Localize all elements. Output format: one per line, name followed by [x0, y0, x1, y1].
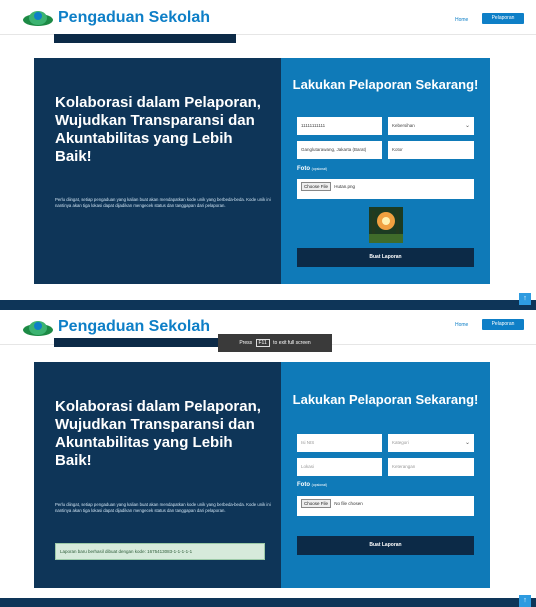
footer-band	[0, 300, 536, 310]
form-title: Lakukan Pelaporan Sekarang!	[292, 392, 479, 407]
chevron-down-icon: ⌄	[464, 123, 470, 129]
nav-home-link[interactable]: Home	[455, 322, 468, 328]
submit-report-button[interactable]: Buat Laporan	[297, 536, 474, 555]
scroll-top-button[interactable]: ↑	[519, 293, 531, 305]
description-input[interactable]: Kotor	[388, 141, 474, 159]
nav-home-link[interactable]: Home	[455, 17, 468, 23]
success-alert: Laporan baru berhasil dibuat dengan kode…	[55, 543, 265, 560]
footer-band	[0, 598, 536, 607]
toast-text-before: Press	[239, 340, 253, 346]
toast-key: F11	[255, 339, 270, 347]
nis-input[interactable]: Isi NIS	[297, 434, 382, 452]
leaf-logo-icon	[23, 321, 53, 336]
location-input[interactable]: Lokasi	[297, 458, 382, 476]
foto-label-text: Foto	[297, 166, 310, 172]
fullscreen-toast: Press F11 to exit full screen	[218, 334, 332, 352]
toast-text-after: to exit full screen	[273, 340, 311, 346]
photo-preview-image	[369, 207, 403, 243]
file-input[interactable]: Choose File No file chosen	[297, 496, 474, 516]
form-title: Lakukan Pelaporan Sekarang!	[292, 77, 479, 92]
nav-report-button[interactable]: Pelaporan	[482, 13, 524, 24]
category-select[interactable]: Kebersihan ⌄	[388, 117, 474, 135]
header-strip	[54, 34, 236, 43]
brand-name[interactable]: Pengaduan Sekolah	[58, 9, 210, 27]
category-value: Kebersihan	[392, 123, 415, 128]
scroll-top-button[interactable]: ↑	[519, 595, 531, 607]
header-strip	[54, 338, 236, 347]
chevron-down-icon: ⌄	[464, 440, 470, 446]
leaf-logo-icon	[23, 11, 53, 26]
hero-description: Perlu diingat, setiap pengaduan yang kal…	[55, 197, 271, 208]
brand-name[interactable]: Pengaduan Sekolah	[58, 318, 210, 336]
category-select[interactable]: Kategori ⌄	[388, 434, 474, 452]
file-name: Hutan.png	[334, 184, 356, 189]
foto-hint: (opsional)	[311, 167, 328, 171]
choose-file-button[interactable]: Choose File	[301, 182, 332, 191]
foto-label: Foto (opsional)	[297, 482, 327, 488]
hero-title: Kolaborasi dalam Pelaporan, Wujudkan Tra…	[55, 94, 261, 165]
file-name: No file chosen	[334, 501, 363, 506]
nav-report-button[interactable]: Pelaporan	[482, 319, 524, 330]
foto-label: Foto (opsional)	[297, 166, 327, 172]
choose-file-button[interactable]: Choose File	[301, 499, 332, 508]
nis-input[interactable]: 11111111111	[297, 117, 382, 135]
location-input[interactable]: Ganglutarawang, Jakarta (Barat)	[297, 141, 382, 159]
category-placeholder: Kategori	[392, 440, 409, 445]
description-input[interactable]: Keterangan	[388, 458, 474, 476]
file-input[interactable]: Choose File Hutan.png	[297, 179, 474, 199]
foto-hint: (opsional)	[311, 483, 328, 487]
hero-title: Kolaborasi dalam Pelaporan, Wujudkan Tra…	[55, 398, 261, 469]
foto-label-text: Foto	[297, 482, 310, 488]
submit-report-button[interactable]: Buat Laporan	[297, 248, 474, 267]
hero-description: Perlu diingat, setiap pengaduan yang kal…	[55, 502, 271, 513]
